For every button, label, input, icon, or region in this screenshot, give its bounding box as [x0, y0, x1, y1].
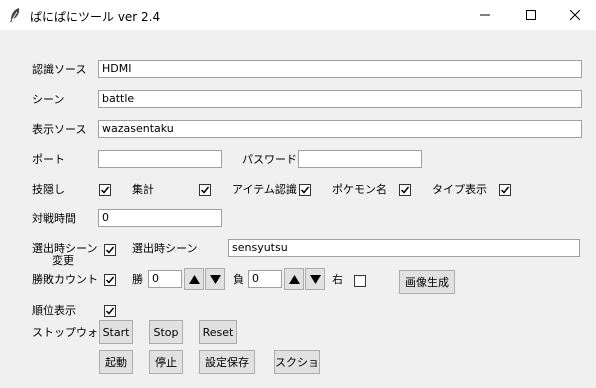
triangle-up-icon [288, 274, 300, 284]
item-recog-checkbox[interactable] [299, 184, 311, 196]
move-hide-checkbox[interactable] [99, 184, 111, 196]
checkmark-icon [200, 186, 210, 194]
move-hide-label: 技隠し [32, 183, 65, 196]
port-input[interactable] [98, 150, 222, 168]
item-recog-label: アイテム認識 [232, 183, 297, 196]
password-label: パスワード [242, 153, 297, 166]
checkmark-icon [105, 246, 115, 254]
type-display-label: タイプ表示 [432, 183, 487, 196]
selection-scene-change-checkbox[interactable] [104, 244, 116, 256]
win-increment-button[interactable] [184, 268, 204, 290]
minimize-button[interactable] [462, 0, 508, 30]
checkmark-icon [400, 186, 410, 194]
rank-display-checkbox[interactable] [104, 305, 116, 317]
image-generate-button[interactable]: 画像生成 [399, 270, 455, 294]
display-source-input[interactable]: wazasentaku [98, 120, 582, 138]
type-display-checkbox[interactable] [499, 184, 511, 196]
title-bar: ぱにぱにツール ver 2.4 [0, 0, 596, 30]
launch-button[interactable]: 起動 [99, 350, 133, 374]
win-count-input[interactable]: 0 [148, 270, 182, 288]
scene-input[interactable]: battle [98, 90, 582, 108]
checkmark-icon [105, 276, 115, 284]
port-label: ポート [32, 153, 65, 166]
feather-icon [10, 8, 20, 22]
minimize-icon [480, 14, 490, 16]
tally-label: 集計 [132, 183, 154, 196]
loss-label: 負 [233, 273, 244, 286]
window-title: ぱにぱにツール ver 2.4 [30, 10, 161, 24]
triangle-up-icon [188, 274, 200, 284]
scene-label: シーン [32, 93, 65, 106]
stop-button[interactable]: Stop [149, 320, 183, 344]
pokemon-name-label: ポケモン名 [332, 183, 387, 196]
maximize-icon [526, 10, 536, 20]
loss-decrement-button[interactable] [305, 268, 325, 290]
right-label: 右 [332, 273, 343, 286]
loss-increment-button[interactable] [284, 268, 304, 290]
source-input[interactable]: HDMI [98, 60, 582, 78]
start-button[interactable]: Start [99, 320, 133, 344]
maximize-button[interactable] [508, 0, 554, 30]
password-input[interactable] [298, 150, 422, 168]
selection-scene-label: 選出時シーン [132, 242, 198, 255]
selection-scene-change-label-2: 変更 [52, 254, 74, 267]
loss-count-input[interactable]: 0 [248, 270, 282, 288]
source-label: 認識ソース [32, 63, 87, 76]
display-source-label: 表示ソース [32, 123, 87, 136]
win-loss-checkbox[interactable] [104, 274, 116, 286]
close-icon [570, 10, 580, 20]
close-button[interactable] [552, 0, 596, 30]
tally-checkbox[interactable] [199, 184, 211, 196]
rank-display-label: 順位表示 [32, 304, 76, 317]
checkmark-icon [300, 186, 310, 194]
triangle-down-icon [209, 274, 221, 284]
triangle-down-icon [309, 274, 321, 284]
win-loss-label: 勝敗カウント [32, 273, 98, 286]
save-settings-button[interactable]: 設定保存 [199, 350, 255, 374]
checkmark-icon [100, 186, 110, 194]
pokemon-name-checkbox[interactable] [399, 184, 411, 196]
win-decrement-button[interactable] [205, 268, 225, 290]
checkmark-icon [105, 307, 115, 315]
battle-time-label: 対戦時間 [32, 212, 76, 225]
selection-scene-input[interactable]: sensyutsu [228, 239, 580, 257]
battle-time-input[interactable]: 0 [98, 209, 222, 227]
right-checkbox[interactable] [354, 275, 366, 287]
halt-button[interactable]: 停止 [149, 350, 183, 374]
reset-button[interactable]: Reset [199, 320, 237, 344]
checkmark-icon [500, 186, 510, 194]
win-label: 勝 [132, 273, 143, 286]
screenshot-button[interactable]: スクショ [274, 350, 320, 374]
